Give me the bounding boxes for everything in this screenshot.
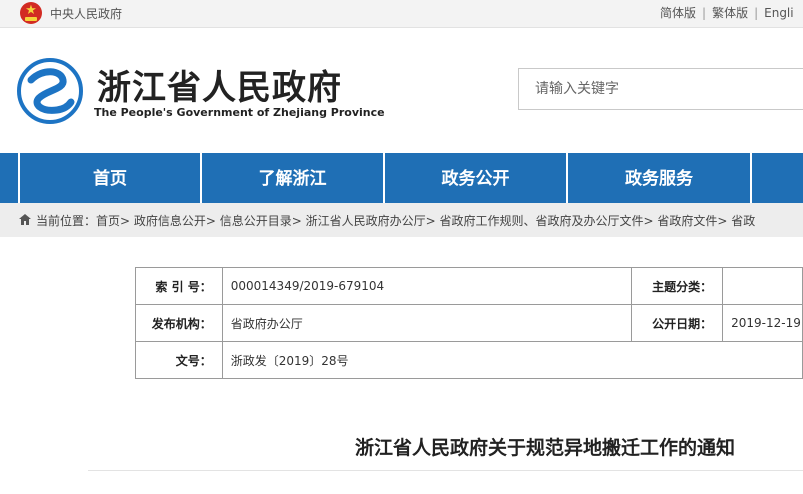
topic-label: 主题分类： (631, 267, 724, 305)
document-title: 浙江省人民政府关于规范异地搬迁工作的通知 (355, 437, 736, 459)
docno-label: 文号： (135, 341, 223, 379)
nav-item-gov-affairs[interactable]: 政务公开 (385, 153, 566, 203)
lang-traditional-link[interactable]: 繁体版 (712, 6, 748, 20)
nav-item-home[interactable]: 首页 (20, 153, 200, 203)
national-emblem-icon[interactable]: ★ (20, 2, 42, 24)
search-box (518, 68, 803, 110)
nav-item-gov-services[interactable]: 政务服务 (568, 153, 750, 203)
issuer-label: 发布机构： (135, 304, 223, 342)
index-label: 索 引 号： (135, 267, 223, 305)
document-meta-table: 索 引 号： 000014349/2019-679104 主题分类： 发布机构：… (135, 267, 803, 379)
date-label: 公开日期： (631, 304, 724, 342)
main-nav: 首页 了解浙江 政务公开 政务服务 (0, 153, 803, 203)
breadcrumb-text[interactable]: 当前位置：首页> 政府信息公开> 信息公开目录> 浙江省人民政府办公厅> 省政府… (36, 212, 755, 229)
docno-value: 浙政发〔2019〕28号 (221, 341, 803, 379)
nav-item-about[interactable]: 了解浙江 (202, 153, 383, 203)
issuer-value: 省政府办公厅 (221, 304, 633, 342)
language-switcher: 简体版 | 繁体版 | Engli (660, 6, 794, 20)
search-input[interactable] (519, 69, 803, 109)
central-gov-link[interactable]: 中央人民政府 (50, 5, 122, 22)
index-value: 000014349/2019-679104 (221, 267, 633, 305)
site-subtitle: The People's Government of Zhejiang Prov… (94, 106, 385, 119)
nav-divider (750, 153, 752, 203)
home-icon (19, 214, 31, 225)
title-divider (88, 470, 803, 471)
lang-english-link[interactable]: Engli (764, 6, 793, 20)
breadcrumb: 当前位置：首页> 政府信息公开> 信息公开目录> 浙江省人民政府办公厅> 省政府… (0, 203, 803, 237)
site-title: 浙江省人民政府 (97, 68, 342, 108)
lang-simplified-link[interactable]: 简体版 (660, 6, 696, 20)
date-value: 2019-12-19 (722, 304, 803, 342)
zhejiang-logo-icon[interactable] (17, 58, 83, 124)
topic-value (722, 267, 803, 305)
top-bar: ★ 中央人民政府 简体版 | 繁体版 | Engli (0, 0, 803, 28)
